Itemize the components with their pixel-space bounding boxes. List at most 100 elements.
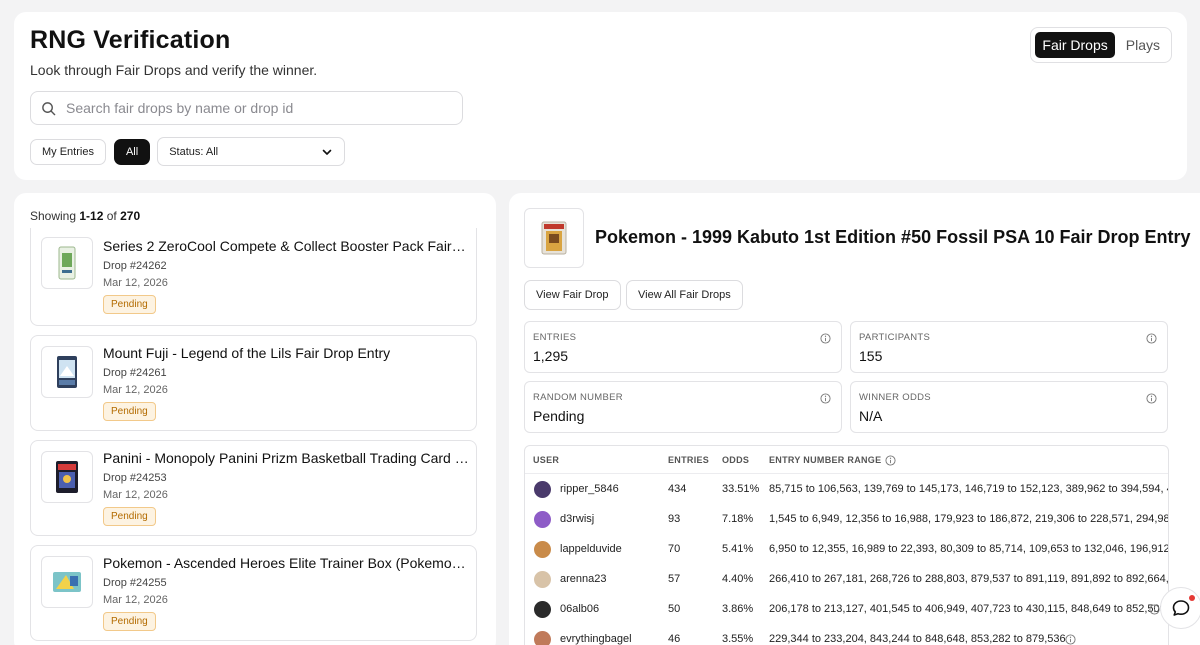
search-input[interactable] — [66, 100, 446, 116]
range-cell: 229,344 to 233,204, 843,244 to 848,648, … — [769, 633, 1066, 645]
drop-list-card: Showing 1-12 of 270 Series 2 ZeroCool Co… — [14, 193, 496, 645]
winner-odds-stat: WINNER ODDS N/A — [850, 381, 1168, 433]
avatar — [534, 601, 551, 618]
odds-cell: 33.51% — [722, 483, 760, 495]
info-icon[interactable] — [1146, 333, 1157, 344]
stat-value: N/A — [859, 408, 883, 424]
stat-value: Pending — [533, 408, 585, 424]
drop-id: Drop #24262 — [103, 260, 167, 272]
drop-thumbnail — [41, 451, 93, 503]
user-cell[interactable]: lappelduvide — [560, 543, 622, 555]
entries-table: USER ENTRIES ODDS ENTRY NUMBER RANGE rip… — [524, 445, 1169, 645]
drop-list-item[interactable]: Series 2 ZeroCool Compete & Collect Boos… — [30, 228, 477, 326]
range-cell: 1,545 to 6,949, 12,356 to 16,988, 179,92… — [769, 513, 1168, 525]
entries-cell: 50 — [668, 603, 681, 615]
tab-plays[interactable]: Plays — [1119, 32, 1167, 58]
chat-button[interactable] — [1160, 587, 1200, 629]
stat-label: WINNER ODDS — [859, 392, 931, 403]
entries-column-header: ENTRIES — [668, 455, 710, 465]
odds-cell: 4.40% — [722, 573, 754, 585]
info-icon[interactable] — [1146, 393, 1157, 404]
participants-stat: PARTICIPANTS 155 — [850, 321, 1168, 373]
results-count: Showing 1-12 of 270 — [30, 209, 140, 223]
drop-id: Drop #24255 — [103, 577, 167, 589]
info-icon[interactable] — [1065, 634, 1076, 645]
view-toggle: Fair Drops Plays — [1030, 27, 1172, 63]
drop-title: Mount Fuji - Legend of the Lils Fair Dro… — [103, 345, 391, 361]
view-fair-drop-button[interactable]: View Fair Drop — [524, 280, 621, 310]
card-icon — [57, 356, 77, 388]
table-header: USER ENTRIES ODDS ENTRY NUMBER RANGE — [525, 446, 1168, 474]
odds-cell: 5.41% — [722, 543, 754, 555]
user-cell[interactable]: 06alb06 — [560, 603, 599, 615]
info-icon[interactable] — [885, 455, 896, 466]
drop-title: Panini - Monopoly Panini Prizm Basketbal… — [103, 450, 469, 466]
status-select[interactable]: Status: All — [157, 137, 346, 166]
stat-label: PARTICIPANTS — [859, 332, 931, 343]
user-cell[interactable]: evrythingbagel — [560, 633, 632, 645]
avatar — [534, 541, 551, 558]
avatar — [534, 511, 551, 528]
booster-pack-icon — [58, 246, 76, 280]
user-column-header: USER — [533, 455, 560, 465]
status-badge: Pending — [103, 295, 156, 314]
status-badge: Pending — [103, 507, 156, 526]
range-cell: 266,410 to 267,181, 268,726 to 288,803, … — [769, 573, 1169, 585]
status-badge: Pending — [103, 402, 156, 421]
avatar — [534, 631, 551, 645]
page-subtitle: Look through Fair Drops and verify the w… — [30, 62, 318, 78]
notification-dot — [1189, 595, 1195, 601]
status-badge: Pending — [103, 612, 156, 631]
drop-thumbnail — [41, 346, 93, 398]
view-all-fair-drops-button[interactable]: View All Fair Drops — [626, 280, 743, 310]
odds-column-header: ODDS — [722, 455, 750, 465]
info-icon[interactable] — [1149, 604, 1160, 615]
range-column-header: ENTRY NUMBER RANGE — [769, 455, 882, 465]
showing-total: 270 — [120, 209, 141, 223]
drop-id: Drop #24253 — [103, 472, 167, 484]
drop-date: Mar 12, 2026 — [103, 594, 168, 606]
odds-cell: 7.18% — [722, 513, 754, 525]
avatar — [534, 481, 551, 498]
drop-detail-card: Pokemon - 1999 Kabuto 1st Edition #50 Fo… — [509, 193, 1200, 645]
drop-list: Series 2 ZeroCool Compete & Collect Boos… — [30, 228, 477, 645]
search-box[interactable] — [30, 91, 463, 125]
trading-card-box-icon — [56, 461, 78, 493]
odds-cell: 3.86% — [722, 603, 754, 615]
tab-fair-drops[interactable]: Fair Drops — [1035, 32, 1115, 58]
drop-list-item[interactable]: Pokemon - Ascended Heroes Elite Trainer … — [30, 545, 477, 641]
avatar — [534, 571, 551, 588]
stat-label: ENTRIES — [533, 332, 577, 343]
filter-bar: My Entries All Status: All — [30, 137, 346, 166]
showing-label: Showing — [30, 209, 77, 223]
drop-list-item[interactable]: Mount Fuji - Legend of the Lils Fair Dro… — [30, 335, 477, 431]
info-icon[interactable] — [820, 333, 831, 344]
showing-of: of — [106, 209, 117, 223]
drop-date: Mar 12, 2026 — [103, 384, 168, 396]
entries-cell: 70 — [668, 543, 681, 555]
status-select-label: Status: All — [169, 145, 219, 158]
drop-title: Series 2 ZeroCool Compete & Collect Boos… — [103, 238, 469, 254]
page-title: RNG Verification — [30, 26, 231, 54]
info-icon[interactable] — [820, 393, 831, 404]
drop-title: Pokemon - Ascended Heroes Elite Trainer … — [103, 555, 469, 571]
entries-cell: 57 — [668, 573, 681, 585]
drop-date: Mar 12, 2026 — [103, 489, 168, 501]
range-cell: 85,715 to 106,563, 139,769 to 145,173, 1… — [769, 483, 1168, 495]
user-cell[interactable]: ripper_5846 — [560, 483, 619, 495]
user-cell[interactable]: d3rwisj — [560, 513, 594, 525]
my-entries-filter[interactable]: My Entries — [30, 138, 106, 165]
drop-list-item[interactable]: Panini - Monopoly Panini Prizm Basketbal… — [30, 440, 477, 536]
stat-value: 1,295 — [533, 348, 569, 364]
range-cell: 206,178 to 213,127, 401,545 to 406,949, … — [769, 603, 1166, 615]
showing-range: 1-12 — [79, 209, 104, 223]
all-filter[interactable]: All — [113, 138, 151, 165]
stat-value: 155 — [859, 348, 883, 364]
table-row: evrythingbagel 46 3.55% 229,344 to 233,2… — [525, 624, 1168, 645]
chevron-down-icon — [322, 149, 332, 155]
drop-thumbnail — [41, 556, 93, 608]
table-row: 06alb06 50 3.86% 206,178 to 213,127, 401… — [525, 594, 1168, 624]
drop-id: Drop #24261 — [103, 367, 167, 379]
random-number-stat: RANDOM NUMBER Pending — [524, 381, 842, 433]
user-cell[interactable]: arenna23 — [560, 573, 607, 585]
